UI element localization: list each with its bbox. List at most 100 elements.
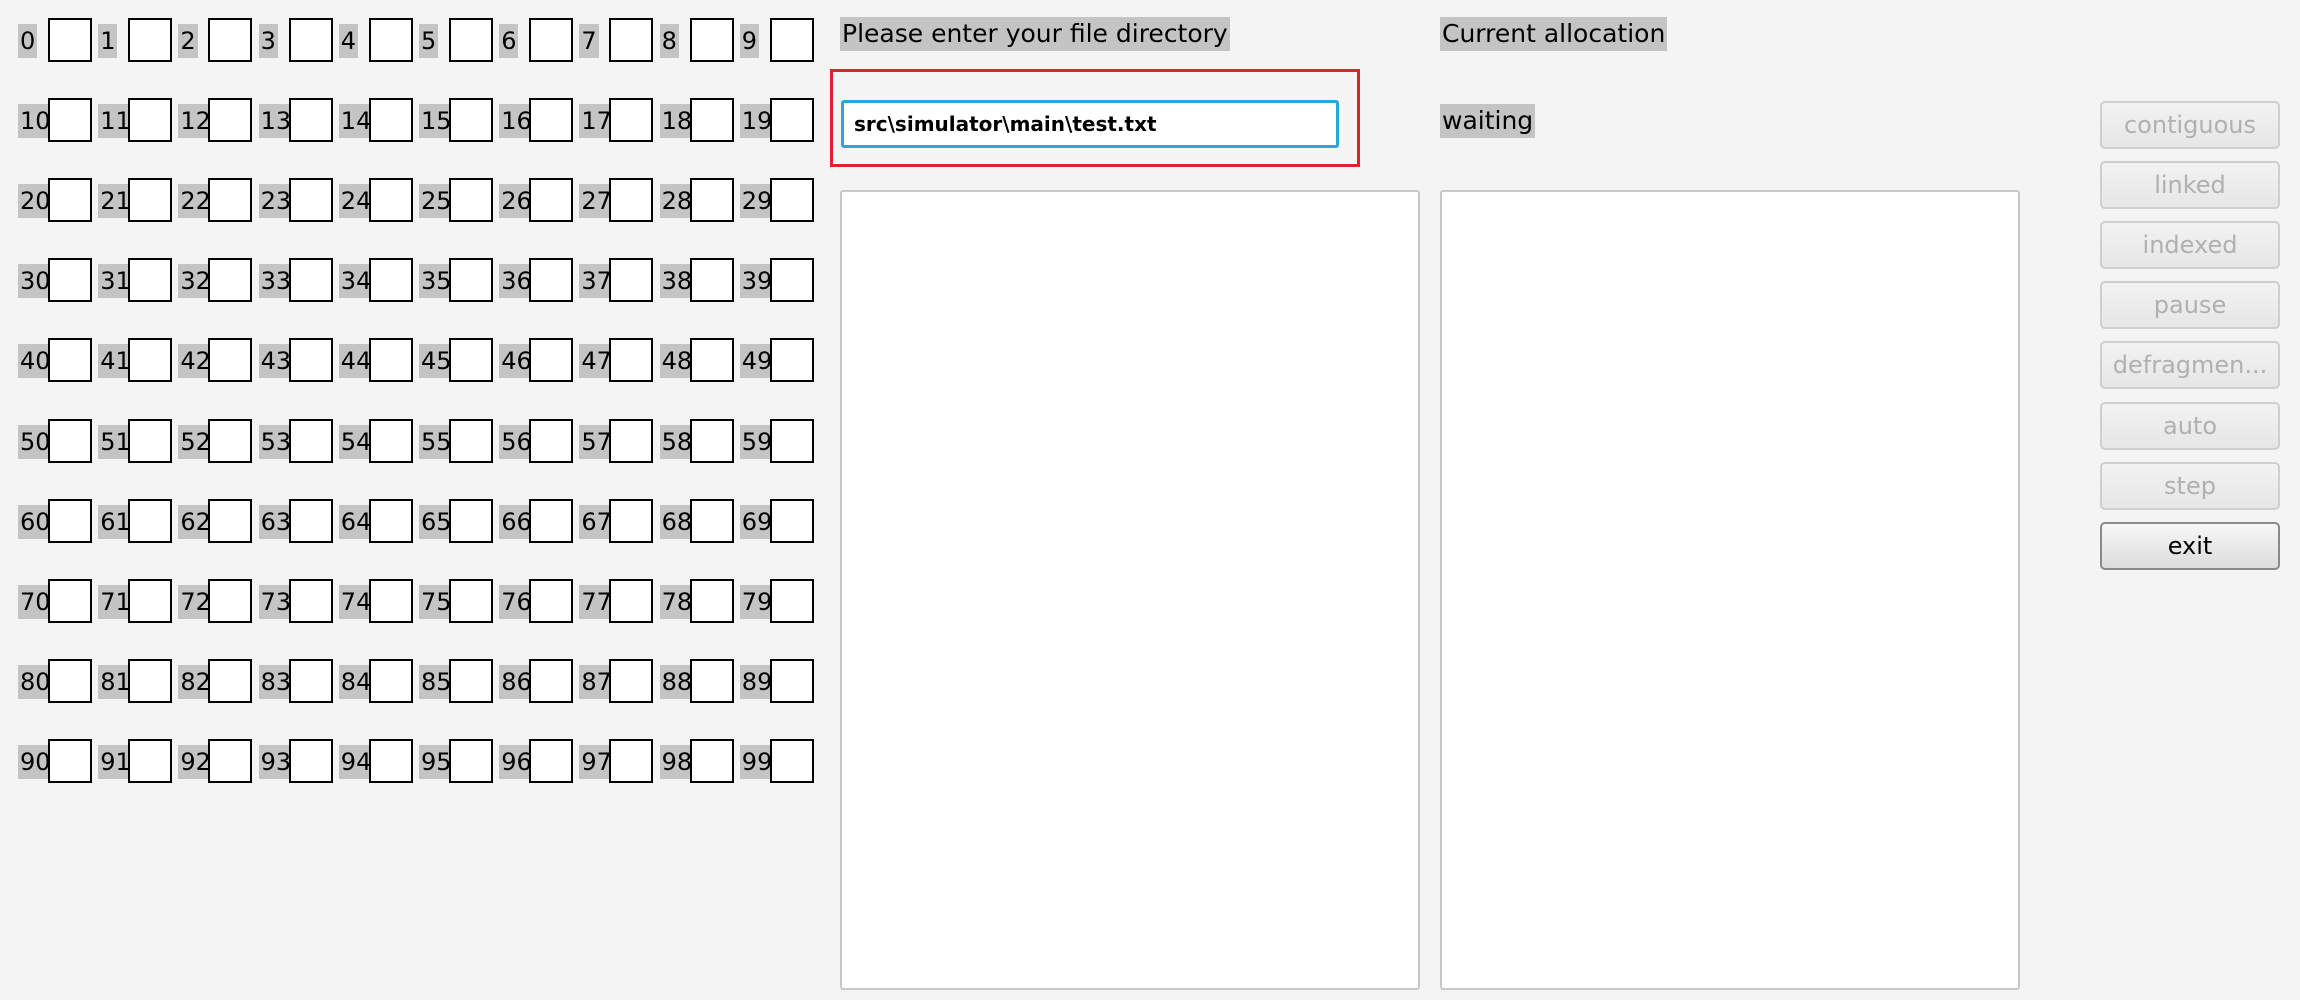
block-cell xyxy=(529,498,574,543)
auto-button[interactable]: auto xyxy=(2100,401,2280,450)
block-number-label: 1 xyxy=(98,24,118,58)
block-cell xyxy=(689,18,734,62)
block-cell xyxy=(689,738,734,783)
block-cell xyxy=(288,738,333,783)
block-cell xyxy=(288,18,333,62)
directory-prompt-label: Please enter your file directory xyxy=(840,17,1230,51)
block-cell xyxy=(689,578,734,623)
block-cell xyxy=(288,258,333,303)
block-number-label: 6 xyxy=(499,24,519,58)
block-number-label: 0 xyxy=(18,24,38,58)
block-cell xyxy=(48,658,92,703)
contiguous-button[interactable]: contiguous xyxy=(2100,101,2280,149)
block-cell xyxy=(208,578,253,623)
block-cell xyxy=(449,738,493,783)
block-cell xyxy=(128,418,173,463)
block-cell xyxy=(368,18,413,62)
block-number-label: 5 xyxy=(419,24,439,58)
block-cell xyxy=(449,578,493,623)
directory-input[interactable] xyxy=(841,100,1339,148)
block-cell xyxy=(529,578,574,623)
block-cell xyxy=(609,258,654,303)
block-cell xyxy=(609,18,654,62)
block-cell xyxy=(128,338,173,383)
indexed-button[interactable]: indexed xyxy=(2100,221,2280,270)
block-cell xyxy=(128,18,173,62)
block-cell xyxy=(609,178,654,223)
block-cell xyxy=(689,498,734,543)
block-cell xyxy=(288,498,333,543)
block-number-label: 7 xyxy=(579,24,599,58)
block-cell xyxy=(208,98,253,143)
block-cell xyxy=(288,98,333,143)
block-cell xyxy=(449,338,493,383)
block-cell xyxy=(529,18,574,62)
block-cell xyxy=(529,338,574,383)
block-cell xyxy=(128,178,173,223)
block-cell xyxy=(208,178,253,223)
block-cell xyxy=(208,738,253,783)
block-cell xyxy=(128,258,173,303)
block-cell xyxy=(609,498,654,543)
block-cell xyxy=(609,418,654,463)
block-cell xyxy=(368,338,413,383)
block-cell xyxy=(368,98,413,143)
block-cell xyxy=(288,338,333,383)
linked-button[interactable]: linked xyxy=(2100,161,2280,210)
block-cell xyxy=(769,738,814,783)
current-allocation-label: Current allocation xyxy=(1440,17,1668,51)
block-cell xyxy=(368,418,413,463)
block-cell xyxy=(368,258,413,303)
block-cell xyxy=(368,658,413,703)
block-number-label: 8 xyxy=(659,24,679,58)
block-cell xyxy=(689,418,734,463)
block-cell xyxy=(689,98,734,143)
block-cell xyxy=(208,338,253,383)
block-cell xyxy=(769,418,814,463)
block-cell xyxy=(48,98,92,143)
block-cell xyxy=(48,178,92,223)
block-cell xyxy=(48,578,92,623)
block-cell xyxy=(48,18,92,62)
block-cell xyxy=(368,578,413,623)
allocation-status-label: waiting xyxy=(1440,104,1536,138)
block-cell xyxy=(609,578,654,623)
file-list-textarea[interactable] xyxy=(840,190,1420,990)
block-cell xyxy=(769,98,814,143)
block-cell xyxy=(529,98,574,143)
block-cell xyxy=(529,738,574,783)
block-cell xyxy=(769,338,814,383)
block-cell xyxy=(529,418,574,463)
block-cell xyxy=(128,578,173,623)
block-cell xyxy=(48,338,92,383)
block-cell xyxy=(208,18,253,62)
block-cell xyxy=(48,258,92,303)
block-cell xyxy=(128,738,173,783)
block-cell xyxy=(128,98,173,143)
exit-button[interactable]: exit xyxy=(2100,521,2280,570)
block-cell xyxy=(529,658,574,703)
block-cell xyxy=(288,418,333,463)
block-cell xyxy=(449,658,493,703)
block-cell xyxy=(208,258,253,303)
block-cell xyxy=(769,578,814,623)
block-cell xyxy=(288,178,333,223)
file-allocation-simulator: 0 1 2 3 4 5 6 7 8 9 10 11 12 13 14 15 16 17 18 19 20 21 22 23 24… xyxy=(0,0,2300,1000)
block-cell xyxy=(769,258,814,303)
block-number-label: 9 xyxy=(739,24,760,58)
block-cell xyxy=(529,258,574,303)
step-button[interactable]: step xyxy=(2100,461,2280,510)
allocation-log-textarea[interactable] xyxy=(1440,190,2020,990)
block-cell xyxy=(689,178,734,223)
block-cell xyxy=(449,258,493,303)
block-cell xyxy=(48,418,92,463)
block-cell xyxy=(208,658,253,703)
block-cell xyxy=(769,498,814,543)
pause-button[interactable]: pause xyxy=(2100,281,2280,330)
block-cell xyxy=(288,578,333,623)
block-cell xyxy=(48,498,92,543)
block-cell xyxy=(449,98,493,143)
defragment-button[interactable]: defragmen... xyxy=(2100,341,2280,390)
block-cell xyxy=(449,18,493,62)
block-cell xyxy=(449,418,493,463)
